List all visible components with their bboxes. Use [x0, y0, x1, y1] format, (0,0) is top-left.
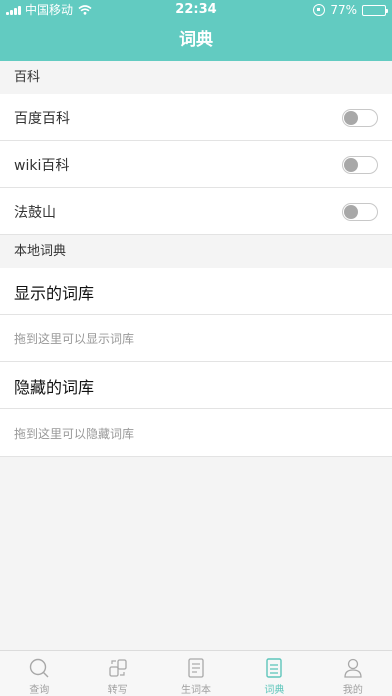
tab-label: 查询	[29, 685, 50, 696]
tab-label: 我的	[342, 685, 363, 696]
page-title: 词典	[179, 30, 213, 50]
shown-dict-title: 显示的词库	[14, 283, 95, 303]
hidden-dict-header: 隐藏的词库	[0, 362, 392, 409]
transcribe-icon	[108, 659, 127, 677]
tab-label: 生词本	[181, 685, 212, 696]
shown-dict-dropzone[interactable]: 拖到这里可以显示词库	[0, 315, 392, 362]
encyclopedia-item-wiki[interactable]: wiki百科	[0, 141, 392, 188]
search-icon	[30, 658, 49, 678]
battery-icon	[362, 4, 388, 16]
tab-notebook[interactable]: 生词本	[157, 651, 235, 696]
tab-transcribe[interactable]: 转写	[78, 651, 156, 696]
fagushan-toggle[interactable]	[342, 202, 378, 221]
tab-dictionary[interactable]: 词典	[235, 651, 313, 696]
hidden-dict-dropzone[interactable]: 拖到这里可以隐藏词库	[0, 409, 392, 457]
nav-header: 中国移动 22:34 77% 词典	[0, 0, 392, 61]
shown-dict-hint: 拖到这里可以显示词库	[14, 332, 135, 346]
profile-icon	[344, 658, 362, 678]
tab-label: 词典	[264, 685, 285, 696]
tab-profile[interactable]: 我的	[314, 651, 392, 696]
encyclopedia-item-label: 百度百科	[14, 110, 70, 127]
hidden-dict-hint: 拖到这里可以隐藏词库	[14, 426, 135, 441]
notebook-icon	[188, 658, 204, 678]
encyclopedia-item-label: 法鼓山	[14, 204, 56, 221]
encyclopedia-item-fagushan[interactable]: 法鼓山	[0, 188, 392, 235]
encyclopedia-item-baidu[interactable]: 百度百科	[0, 94, 392, 141]
section-header-local-dict: 本地词典	[0, 235, 392, 268]
rotation-lock-icon	[313, 4, 326, 16]
encyclopedia-item-label: wiki百科	[14, 157, 70, 174]
status-bar: 中国移动 22:34 77%	[0, 0, 392, 20]
hidden-dict-title: 隐藏的词库	[14, 377, 95, 397]
shown-dict-header: 显示的词库	[0, 268, 392, 315]
tab-bar: 查询 转写 生词本 词典 我的	[0, 650, 392, 696]
tab-label: 转写	[107, 685, 128, 696]
tab-search[interactable]: 查询	[0, 651, 78, 696]
battery-percent: 77%	[330, 3, 357, 17]
dictionary-icon	[266, 658, 283, 678]
wiki-toggle[interactable]	[342, 155, 378, 174]
section-header-encyclopedia: 百科	[0, 61, 392, 94]
baidu-toggle[interactable]	[342, 108, 378, 127]
